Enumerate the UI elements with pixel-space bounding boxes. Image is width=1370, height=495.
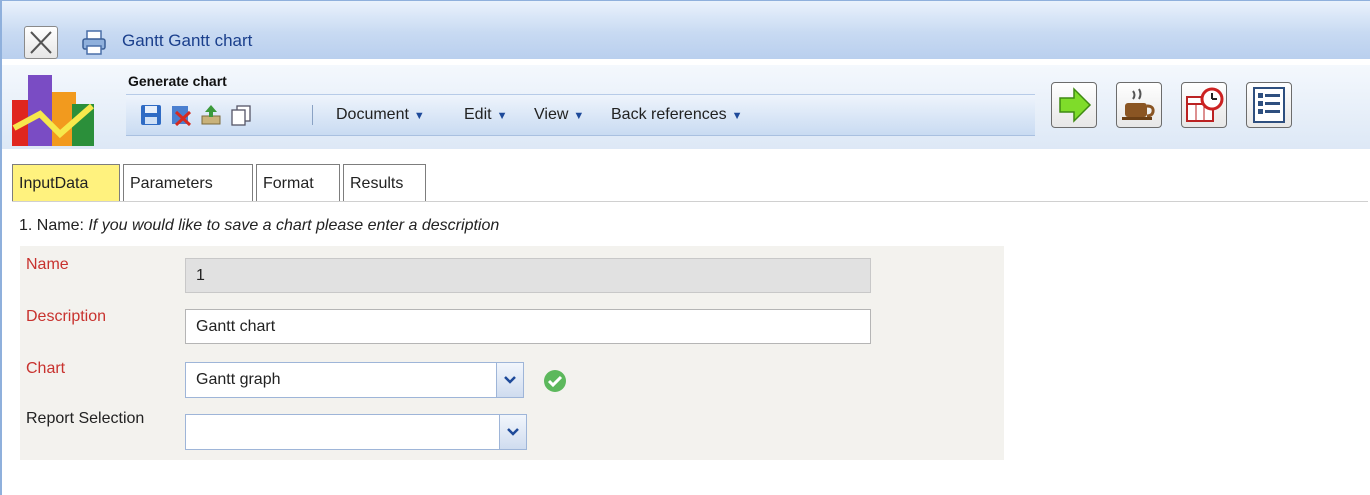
report-selection-label: Report Selection [26,410,145,427]
toolbar-area: Generate chart Document ▼ Edit ▼ View ▼ … [2,65,1370,149]
delete-button[interactable] [170,104,192,127]
description-field[interactable]: Gantt chart [185,309,871,344]
title-bar: Gantt Gantt chart [2,1,1370,59]
chevron-down-icon: ▼ [573,110,585,122]
tab-results[interactable]: Results [343,164,426,202]
printer-icon [82,30,106,55]
chart-select-dropdown[interactable] [496,363,523,397]
print-button[interactable] [82,28,106,56]
menu-view-label: View [534,106,569,123]
save-icon [141,105,161,125]
list-report-icon [1253,87,1285,123]
toolbar-separator [312,105,313,125]
tab-divider [12,201,1368,202]
chart-label: Chart [26,360,66,377]
window-title: Gantt Gantt chart [122,31,253,50]
chevron-down-icon [507,428,519,436]
copy-icon [231,105,251,126]
name-field: 1 [185,258,871,293]
intro-text: 1. Name: If you would like to save a cha… [19,217,499,235]
intro-prefix: 1. Name: [19,217,89,234]
report-selection-select[interactable] [185,414,527,450]
chart-select[interactable]: Gantt graph [185,362,524,398]
run-arrow-icon [1059,87,1092,123]
upload-button[interactable] [200,104,222,126]
tab-format[interactable]: Format [256,164,340,202]
schedule-button[interactable] [1181,82,1227,128]
input-form: Name 1 Description Gantt chart Chart Gan… [20,246,1004,460]
tab-parameters[interactable]: Parameters [123,164,253,202]
report-list-button[interactable] [1246,82,1292,128]
close-icon [30,31,52,54]
coffee-button[interactable] [1116,82,1162,128]
intro-hint: If you would like to save a chart please… [88,217,500,234]
menu-document-label: Document [336,106,409,123]
menu-edit-label: Edit [464,106,492,123]
menu-back-references-label: Back references [611,106,727,123]
toolstrip: Document ▼ Edit ▼ View ▼ Back references ▼ [126,94,1035,136]
valid-check-icon [543,369,567,393]
chart-logo-icon [12,75,94,146]
save-button[interactable] [140,104,162,126]
toolbar-heading: Generate chart [128,73,227,89]
report-selection-dropdown[interactable] [499,415,526,449]
copy-button[interactable] [230,104,252,126]
calendar-clock-icon [1186,87,1224,122]
menu-edit[interactable]: Edit ▼ [464,106,507,124]
upload-icon [201,105,221,125]
delete-icon [172,106,192,127]
chart-select-value: Gantt graph [196,371,281,388]
close-button[interactable] [24,26,58,59]
chevron-down-icon: ▼ [413,110,425,122]
app-logo [10,70,100,148]
chevron-down-icon [504,376,516,384]
coffee-cup-icon [1122,88,1155,120]
description-label: Description [26,308,107,325]
tab-inputdata[interactable]: InputData [12,164,120,202]
chevron-down-icon: ▼ [731,110,743,122]
menu-back-references[interactable]: Back references ▼ [611,106,743,124]
menu-document[interactable]: Document ▼ [336,106,425,124]
name-label: Name [26,256,69,273]
run-button[interactable] [1051,82,1097,128]
menu-view[interactable]: View ▼ [534,106,584,124]
chevron-down-icon: ▼ [496,110,508,122]
